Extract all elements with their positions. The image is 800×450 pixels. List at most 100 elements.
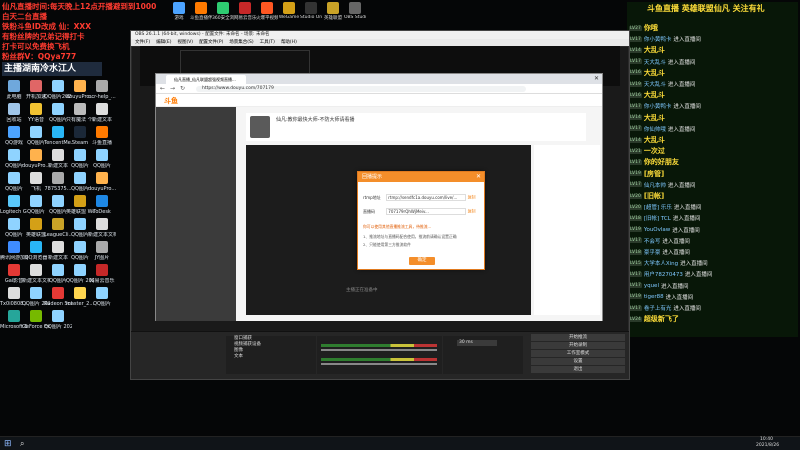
chat-username[interactable]: 你小黄鸭卡 <box>644 35 672 43</box>
rtmp-label: rtmp地址 <box>363 194 381 200</box>
desktop-icon[interactable]: OBS Studio <box>344 2 366 24</box>
level-badge: LV17 <box>629 103 642 109</box>
chat-username[interactable]: 天大乱斗 <box>644 58 666 66</box>
desktop-icon[interactable]: QQ图片 <box>88 287 116 321</box>
chat-username[interactable]: YouOvlaw <box>644 227 670 233</box>
chat-username[interactable]: [房管] <box>644 169 664 179</box>
chat-username[interactable]: 豪乎豪 <box>644 248 661 256</box>
chat-username[interactable]: 你的好朋友 <box>644 157 679 167</box>
browser-tab[interactable]: 仙凡直播_仙凡联盟超强视频直播... <box>166 75 246 84</box>
forward-icon[interactable]: → <box>170 85 175 92</box>
chat-username[interactable]: 大乱斗 <box>644 68 665 78</box>
level-badge: LV17 <box>629 59 642 65</box>
app-icon <box>30 126 42 138</box>
chat-username[interactable]: 大学本人Xing <box>644 259 678 267</box>
level-badge: LV17 <box>629 36 642 42</box>
chat-username[interactable]: 大乱斗 <box>644 90 665 100</box>
desktop-icon[interactable]: 斗鱼直播伴侣 <box>190 2 212 24</box>
back-icon[interactable]: ← <box>160 85 165 92</box>
chat-username[interactable]: 仙凡本帅 <box>644 181 666 189</box>
chat-username[interactable]: 不会写 <box>644 237 661 245</box>
dialog-title: 回播提示 <box>362 174 383 180</box>
desktop-icon[interactable]: 360安全浏览器 <box>212 2 234 24</box>
level-badge: LV17 <box>629 283 642 289</box>
desktop-icon-label: 新建文本文档 <box>88 232 116 238</box>
desktop-icon[interactable]: 英雄联盟 <box>322 2 344 24</box>
chat-username[interactable]: [超管] 乐乐 <box>644 203 672 211</box>
level-badge: LV19 <box>629 227 642 233</box>
menu-view[interactable]: 视图(V) <box>177 39 193 46</box>
desktop-icon[interactable]: 游戏 <box>168 2 190 24</box>
app-icon <box>30 218 42 230</box>
app-icon <box>74 103 86 115</box>
chat-message: LV17 你仙帅哦 进入直播间 <box>629 125 695 133</box>
settings-button[interactable]: 设置 <box>531 358 625 365</box>
app-icon <box>52 103 64 115</box>
address-bar[interactable]: https://www.douyu.com/707179 <box>196 86 526 92</box>
chat-username[interactable]: 大乱斗 <box>644 113 665 123</box>
app-icon <box>96 241 108 253</box>
chat-username[interactable]: [旧帐] TCL <box>644 214 671 222</box>
chat-username[interactable]: [旧帐] <box>644 191 664 201</box>
date[interactable]: 2021/8/26 <box>756 443 779 448</box>
chat-username[interactable]: 你小黄鸭卡 <box>644 102 672 110</box>
refresh-icon[interactable]: ↻ <box>180 85 185 92</box>
desktop-icon[interactable]: WeGame <box>278 2 300 24</box>
transition-duration[interactable]: 30 ms <box>457 340 497 346</box>
level-badge: LV27 <box>629 25 642 31</box>
confirm-button[interactable]: 确定 <box>409 257 435 265</box>
chat-text: 进入直播间 <box>680 261 708 268</box>
streamer-avatar[interactable] <box>250 116 270 138</box>
app-icon <box>74 172 86 184</box>
chat-username[interactable]: 大乱斗 <box>644 135 665 145</box>
desktop-icon[interactable]: Studio One <box>300 2 322 24</box>
chat-username[interactable]: 用户78270473 <box>644 270 683 278</box>
desktop-icon-label: 游戏 <box>174 16 184 21</box>
studio-mode-button[interactable]: 工作室模式 <box>531 350 625 357</box>
chat-username[interactable]: yquel <box>644 283 659 289</box>
app-icon <box>74 195 86 207</box>
menu-tools[interactable]: 工具(T) <box>260 39 275 46</box>
source-item[interactable]: 文本 <box>226 354 316 360</box>
start-icon[interactable]: ⊞ <box>4 439 12 449</box>
exit-button[interactable]: 退出 <box>531 366 625 373</box>
app-icon <box>96 195 108 207</box>
app-icon <box>8 149 20 161</box>
chat-username[interactable]: 天大乱斗 <box>644 80 666 88</box>
chat-text: 进入直播间 <box>673 104 701 111</box>
chat-username[interactable]: 你哦 <box>644 23 658 33</box>
volume-slider[interactable] <box>321 363 437 365</box>
app-icon <box>52 264 64 276</box>
close-icon[interactable]: ✕ <box>476 172 481 182</box>
chat-username[interactable]: 超级新飞了 <box>644 314 679 324</box>
search-icon[interactable]: ⌕ <box>20 439 24 449</box>
chat-username[interactable]: 一次过 <box>644 146 665 156</box>
chat-username[interactable]: 大乱斗 <box>644 45 665 55</box>
volume-slider[interactable] <box>321 349 437 351</box>
chat-username[interactable]: tiger88 <box>644 294 664 300</box>
douyu-logo[interactable]: 斗鱼 <box>164 96 178 106</box>
rtmp-value[interactable]: rtmp://sendfc1a.douyu.com/live/... <box>386 194 467 201</box>
app-icon <box>30 195 42 207</box>
chat-username[interactable]: 卷子上有光 <box>644 304 672 312</box>
close-icon[interactable]: ✕ <box>594 75 599 82</box>
menu-edit[interactable]: 编辑(E) <box>156 39 171 46</box>
menu-scenes[interactable]: 场景集合(S) <box>229 39 253 46</box>
stream-key-value[interactable]: 707179rQhWjMeiv... <box>386 208 467 215</box>
chat-username[interactable]: 你仙帅哦 <box>644 125 666 133</box>
app-icon <box>195 2 207 14</box>
desktop-icon[interactable]: 网易云音乐 <box>234 2 256 24</box>
desktop-icon-label: douyuPro... <box>88 186 116 192</box>
copy-stream-key-button[interactable]: 复制 <box>468 209 476 214</box>
desktop-icon[interactable]: QQ图片 20210823... <box>44 310 72 344</box>
copy-rtmp-button[interactable]: 复制 <box>468 195 476 200</box>
desktop-icon-label: WeGame <box>278 15 300 20</box>
clock[interactable]: 10:40 <box>760 437 773 442</box>
app-icon <box>30 264 42 276</box>
menu-file[interactable]: 文件(F) <box>135 39 150 46</box>
menu-profile[interactable]: 配置文件(P) <box>199 39 223 46</box>
desktop-icon[interactable]: 火爆平视频 <box>256 2 278 24</box>
menu-help[interactable]: 帮助(H) <box>281 39 297 46</box>
start-recording-button[interactable]: 开始录制 <box>531 342 625 349</box>
start-streaming-button[interactable]: 开始推流 <box>531 334 625 341</box>
